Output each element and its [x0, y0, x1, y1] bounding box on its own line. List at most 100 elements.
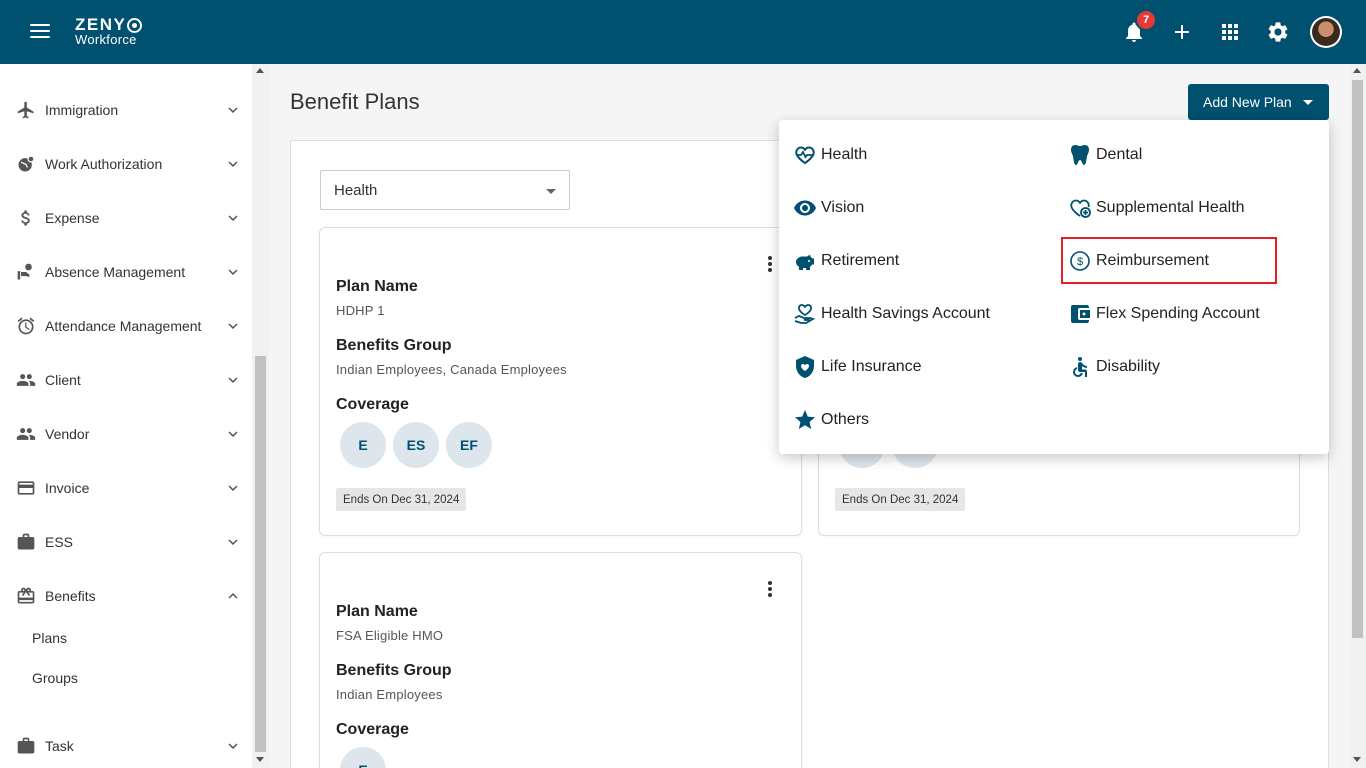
dollar-icon — [21, 210, 30, 226]
menu-item-label: Flex Spending Account — [1096, 305, 1260, 322]
sidebar-item-label: Vendor — [45, 426, 90, 442]
menu-item-life-insurance[interactable]: Life Insurance — [793, 347, 922, 387]
menu-item-reimbursement[interactable]: $ Reimbursement — [1068, 241, 1209, 281]
plan-card: Plan Name FSA Eligible HMO Benefits Grou… — [319, 552, 802, 768]
sidebar-item-vendor[interactable]: Vendor — [0, 414, 252, 454]
gift-icon — [17, 587, 35, 604]
people-icon — [16, 428, 36, 440]
menu-item-label: Vision — [821, 199, 865, 216]
menu-item-disability[interactable]: Disability — [1068, 347, 1160, 387]
heart-plus-icon — [1070, 199, 1091, 218]
sidebar-item-invoice[interactable]: Invoice — [0, 468, 252, 508]
chevron-down-icon — [228, 215, 238, 221]
brand-bottom: Workforce — [75, 32, 137, 47]
apps-grid-icon[interactable] — [1218, 20, 1242, 44]
people-icon — [16, 374, 36, 386]
sidebar-item-benefits[interactable]: Benefits — [0, 576, 252, 616]
scroll-up-arrow-icon[interactable] — [256, 68, 264, 73]
menu-item-label: Retirement — [821, 252, 900, 269]
sidebar-item-ess[interactable]: ESS — [0, 522, 252, 562]
sidebar-item-label: Work Authorization — [45, 156, 163, 172]
menu-item-label: Disability — [1096, 358, 1161, 375]
chevron-up-icon — [228, 593, 238, 599]
briefcase-icon — [17, 533, 35, 550]
scroll-up-arrow-icon[interactable] — [1353, 68, 1361, 73]
caret-down-icon — [1303, 100, 1313, 105]
plan-type-menu: Health Vision Retirement Health Savings … — [779, 120, 1329, 454]
coverage-chip: E — [340, 747, 386, 768]
menu-item-vision[interactable]: Vision — [793, 188, 864, 228]
more-options-icon[interactable] — [768, 256, 772, 274]
benefits-group-label: Benefits Group — [336, 337, 452, 354]
globe-icon — [18, 155, 35, 172]
sidebar-item-immigration[interactable]: Immigration — [0, 90, 252, 130]
sidebar-subitem-groups[interactable]: Groups — [32, 670, 78, 686]
sidebar-item-work-authorization[interactable]: Work Authorization — [0, 144, 252, 184]
sidebar-item-label: Attendance Management — [45, 318, 202, 334]
sidebar-scroll-thumb[interactable] — [255, 356, 266, 752]
sidebar-subitem-plans[interactable]: Plans — [32, 630, 67, 646]
user-avatar[interactable] — [1310, 16, 1342, 48]
menu-item-others[interactable]: Others — [793, 400, 869, 440]
app-logo[interactable]: ZENY Workforce — [75, 15, 143, 47]
menu-item-supplemental-health[interactable]: Supplemental Health — [1068, 188, 1245, 228]
coverage-label: Coverage — [336, 396, 409, 413]
menu-item-label: Reimbursement — [1096, 252, 1209, 269]
briefcase-icon — [17, 737, 35, 754]
chevron-down-icon — [228, 323, 238, 329]
chevron-down-icon — [228, 485, 238, 491]
menu-item-label: Others — [821, 411, 870, 428]
menu-item-label: Dental — [1096, 146, 1143, 163]
sidebar-item-label: Absence Management — [45, 264, 186, 280]
alarm-clock-icon — [17, 317, 35, 335]
scroll-down-arrow-icon[interactable] — [1353, 757, 1361, 762]
star-icon — [795, 410, 815, 429]
notification-count-badge: 7 — [1135, 9, 1157, 31]
benefits-group-value: Indian Employees, Canada Employees — [336, 362, 567, 377]
add-new-plan-label: Add New Plan — [1203, 94, 1292, 110]
sidebar-item-label: Immigration — [45, 102, 119, 118]
main-scroll-thumb[interactable] — [1352, 80, 1363, 638]
dollar-circle-icon: $ — [1070, 251, 1090, 271]
shield-heart-icon — [796, 356, 814, 378]
caret-down-icon — [546, 189, 556, 194]
plan-type-select[interactable]: Health — [320, 170, 570, 210]
menu-item-health-savings-account[interactable]: Health Savings Account — [793, 294, 990, 334]
chevron-down-icon — [228, 107, 238, 113]
gear-icon[interactable] — [1266, 20, 1290, 44]
menu-item-health[interactable]: Health — [793, 135, 867, 175]
menu-item-dental[interactable]: Dental — [1068, 135, 1142, 175]
sidebar-item-absence-management[interactable]: Absence Management — [0, 252, 252, 292]
menu-item-retirement[interactable]: Retirement — [793, 241, 899, 281]
heart-pulse-icon — [795, 146, 815, 165]
sidebar-item-expense[interactable]: Expense — [0, 198, 252, 238]
piggy-bank-icon — [796, 255, 814, 270]
benefits-group-label: Benefits Group — [336, 662, 452, 679]
brand-top: ZENY — [75, 15, 127, 34]
plan-name-label: Plan Name — [336, 603, 418, 620]
menu-item-flex-spending-account[interactable]: Flex Spending Account — [1068, 294, 1260, 334]
sidebar-item-label: Task — [45, 738, 74, 754]
sidebar-item-client[interactable]: Client — [0, 360, 252, 400]
coverage-label: Coverage — [336, 721, 409, 738]
more-options-icon[interactable] — [768, 581, 772, 599]
benefits-group-value: Indian Employees — [336, 687, 443, 702]
wheelchair-icon — [1073, 357, 1087, 377]
menu-icon[interactable] — [30, 24, 50, 40]
menu-item-label: Health Savings Account — [821, 305, 990, 322]
chevron-down-icon — [228, 743, 238, 749]
menu-item-label: Supplemental Health — [1096, 199, 1245, 216]
scroll-down-arrow-icon[interactable] — [256, 757, 264, 762]
sidebar-item-attendance-management[interactable]: Attendance Management — [0, 306, 252, 346]
chevron-down-icon — [228, 539, 238, 545]
sidebar-item-label: Client — [45, 372, 81, 388]
add-new-plan-button[interactable]: Add New Plan — [1188, 84, 1329, 120]
chevron-down-icon — [228, 269, 238, 275]
chevron-down-icon — [228, 377, 238, 383]
sidebar-item-task[interactable]: Task — [0, 726, 252, 766]
chevron-down-icon — [228, 431, 238, 437]
end-date-badge: Ends On Dec 31, 2024 — [835, 488, 966, 511]
card-icon — [17, 481, 35, 495]
sidebar-item-label: ESS — [45, 534, 74, 550]
plus-icon[interactable] — [1170, 20, 1194, 44]
